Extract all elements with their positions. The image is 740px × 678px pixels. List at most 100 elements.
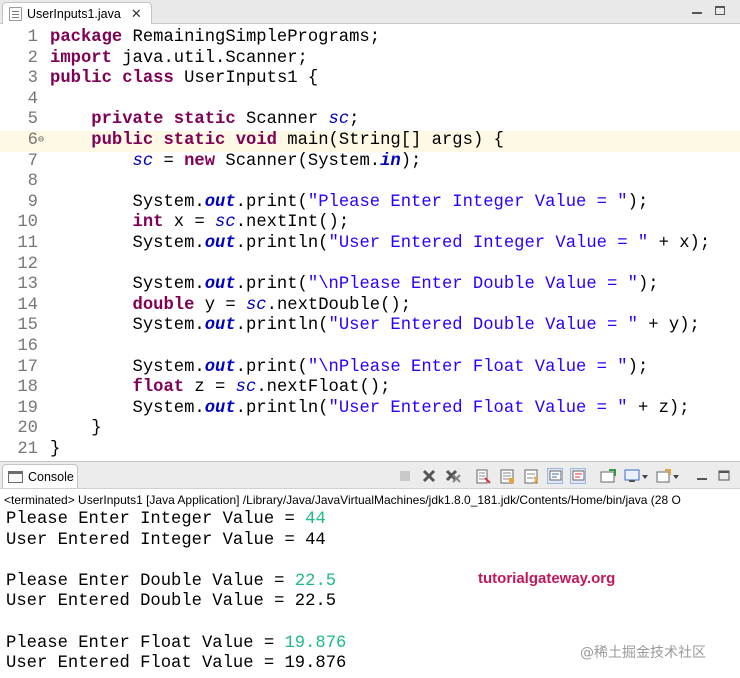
code-text: System.out.println("User Entered Double … bbox=[50, 316, 700, 337]
line-number: 15 bbox=[17, 316, 38, 336]
code-line[interactable]: 19 System.out.println("User Entered Floa… bbox=[0, 399, 740, 420]
editor-tab-label: UserInputs1.java bbox=[27, 6, 121, 21]
code-line[interactable]: 4 bbox=[0, 90, 740, 111]
code-token: "\nPlease Enter Double Value = " bbox=[307, 275, 638, 295]
code-token: + x); bbox=[648, 234, 711, 253]
console-output-text: Please Enter Double Value = bbox=[6, 571, 295, 591]
line-number: 21 bbox=[17, 440, 38, 457]
code-token: Scanner bbox=[235, 110, 329, 130]
remove-all-terminated-icon[interactable] bbox=[445, 468, 461, 484]
word-wrap-icon[interactable] bbox=[523, 468, 539, 484]
console-tab-label: Console bbox=[28, 469, 74, 484]
code-line[interactable]: 15 System.out.println("User Entered Doub… bbox=[0, 316, 740, 337]
code-token: System. bbox=[50, 234, 205, 253]
minimize-icon[interactable] bbox=[691, 4, 703, 16]
code-line[interactable]: 2 import java.util.Scanner; bbox=[0, 49, 740, 70]
code-line[interactable]: 5 private static Scanner sc; bbox=[0, 110, 740, 131]
scroll-lock-icon[interactable] bbox=[499, 468, 515, 484]
code-line[interactable]: 12 bbox=[0, 255, 740, 276]
code-text: double y = sc.nextDouble(); bbox=[50, 295, 412, 317]
line-number: 19 bbox=[17, 398, 38, 418]
code-line[interactable]: 20 } bbox=[0, 419, 740, 440]
code-line[interactable]: 21} bbox=[0, 440, 740, 457]
clear-console-icon[interactable] bbox=[475, 468, 491, 484]
code-token: x = bbox=[163, 213, 216, 233]
code-line[interactable]: 9 System.out.print("Please Enter Integer… bbox=[0, 193, 740, 214]
code-line[interactable]: 17 System.out.print("\nPlease Enter Floa… bbox=[0, 358, 740, 379]
line-number: 8 bbox=[27, 172, 38, 192]
code-token: y = bbox=[194, 295, 246, 315]
line-number: 13 bbox=[17, 275, 38, 295]
code-token: + z); bbox=[627, 398, 690, 418]
code-token: sc bbox=[132, 151, 154, 171]
close-icon[interactable]: ✕ bbox=[131, 7, 142, 20]
code-token: out bbox=[204, 234, 236, 253]
code-line[interactable]: 11 System.out.println("User Entered Inte… bbox=[0, 234, 740, 255]
console-output[interactable]: Please Enter Integer Value = 44 User Ente… bbox=[6, 510, 346, 675]
editor-tab-userinputs1[interactable]: UserInputs1.java ✕ bbox=[2, 2, 152, 24]
code-token: in bbox=[380, 151, 401, 171]
code-line[interactable]: 7 sc = new Scanner(System.in); bbox=[0, 152, 740, 173]
code-line[interactable]: 6 ⊖ public static void main(String[] args… bbox=[0, 131, 740, 152]
console-tab[interactable]: Console bbox=[2, 464, 78, 488]
code-line[interactable]: 8 bbox=[0, 172, 740, 193]
console-output-text: User Entered Double Value = 22.5 bbox=[6, 592, 337, 612]
code-token: out bbox=[204, 398, 236, 418]
show-on-stderr-icon[interactable] bbox=[570, 468, 586, 484]
code-text: import java.util.Scanner; bbox=[50, 49, 308, 70]
remove-launch-icon[interactable] bbox=[421, 468, 437, 484]
line-number: 11 bbox=[17, 234, 38, 253]
show-on-stdout-icon[interactable] bbox=[547, 468, 563, 484]
code-token: z = bbox=[184, 378, 236, 398]
console-user-input: 19.876 bbox=[284, 633, 347, 653]
code-line[interactable]: 13 System.out.print("\nPlease Enter Doub… bbox=[0, 275, 740, 296]
fold-toggle-icon[interactable]: ⊖ bbox=[38, 131, 44, 152]
code-token: out bbox=[204, 316, 236, 336]
code-token: ); bbox=[637, 275, 659, 295]
code-token: out bbox=[204, 275, 236, 295]
line-number: 7 bbox=[27, 151, 38, 171]
maximize-icon[interactable] bbox=[716, 468, 732, 484]
code-text: System.out.print("Please Enter Integer V… bbox=[50, 192, 649, 214]
code-token: main(String[] args) { bbox=[276, 131, 504, 150]
code-token: RemainingSimplePrograms; bbox=[122, 28, 381, 47]
code-line[interactable]: 14 double y = sc.nextDouble(); bbox=[0, 296, 740, 317]
code-line[interactable]: 3 public class UserInputs1 { bbox=[0, 69, 740, 90]
code-token: new bbox=[184, 151, 216, 171]
line-number: 5 bbox=[27, 110, 38, 130]
code-text: public class UserInputs1 { bbox=[50, 69, 318, 90]
line-number: 2 bbox=[27, 48, 38, 68]
code-line[interactable]: 1 package RemainingSimplePrograms; bbox=[0, 28, 740, 49]
code-token: .print( bbox=[235, 357, 308, 377]
code-token: ); bbox=[627, 192, 649, 212]
line-number: 3 bbox=[27, 69, 38, 89]
code-line[interactable]: 16 bbox=[0, 337, 740, 358]
tutorialgateway-watermark: tutorialgateway.org bbox=[478, 570, 616, 587]
console-output-text: Please Enter Integer Value = bbox=[6, 510, 306, 529]
display-console-icon[interactable] bbox=[624, 468, 648, 484]
code-token: System. bbox=[50, 192, 205, 212]
maximize-icon[interactable] bbox=[714, 4, 726, 16]
java-file-icon bbox=[9, 6, 22, 21]
line-number: 16 bbox=[17, 337, 38, 356]
minimize-icon[interactable] bbox=[694, 468, 710, 484]
pin-console-icon[interactable] bbox=[600, 468, 616, 484]
line-number: 10 bbox=[17, 213, 38, 233]
console-output-line: User Entered Float Value = 19.876 bbox=[6, 654, 346, 675]
line-number: 1 bbox=[27, 28, 38, 47]
terminate-icon[interactable] bbox=[397, 468, 413, 484]
console-output-line: Please Enter Double Value = 22.5 bbox=[6, 572, 346, 593]
console-user-input: 44 bbox=[305, 510, 326, 529]
code-editor[interactable]: 1 package RemainingSimplePrograms; 2 import… bbox=[0, 24, 740, 457]
open-console-icon[interactable] bbox=[656, 468, 680, 484]
code-text: float z = sc.nextFloat(); bbox=[50, 378, 391, 399]
code-line[interactable]: 10 int x = sc.nextInt(); bbox=[0, 213, 740, 234]
code-line[interactable]: 18 float z = sc.nextFloat(); bbox=[0, 378, 740, 399]
